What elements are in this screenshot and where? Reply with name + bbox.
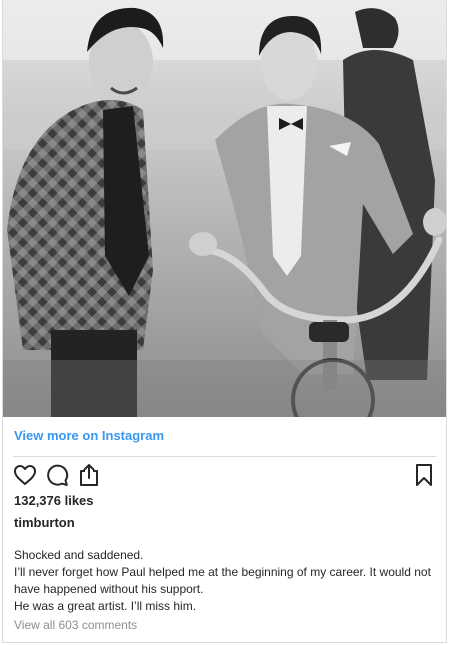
view-more-link[interactable]: View more on Instagram: [14, 428, 164, 443]
heart-icon[interactable]: [13, 463, 37, 487]
caption-line: Shocked and saddened.: [14, 548, 144, 562]
post-photo[interactable]: [3, 0, 446, 417]
likes-count[interactable]: 132,376 likes: [14, 493, 94, 508]
bookmark-icon[interactable]: [412, 463, 436, 487]
action-bar: [13, 463, 436, 489]
comment-icon[interactable]: [45, 463, 69, 487]
post-photo-illustration: [3, 0, 446, 417]
share-icon[interactable]: [77, 463, 101, 487]
view-all-comments-link[interactable]: View all 603 comments: [14, 618, 137, 632]
instagram-embed-card: View more on Instagram 132,376 likes tim…: [2, 0, 447, 643]
caption-line: He was a great artist. I’ll miss him.: [14, 599, 197, 613]
divider: [13, 456, 436, 457]
caption-line: I’ll never forget how Paul helped me at …: [14, 565, 431, 596]
post-caption: Shocked and saddened. I’ll never forget …: [14, 547, 439, 615]
post-username[interactable]: timburton: [14, 515, 75, 530]
